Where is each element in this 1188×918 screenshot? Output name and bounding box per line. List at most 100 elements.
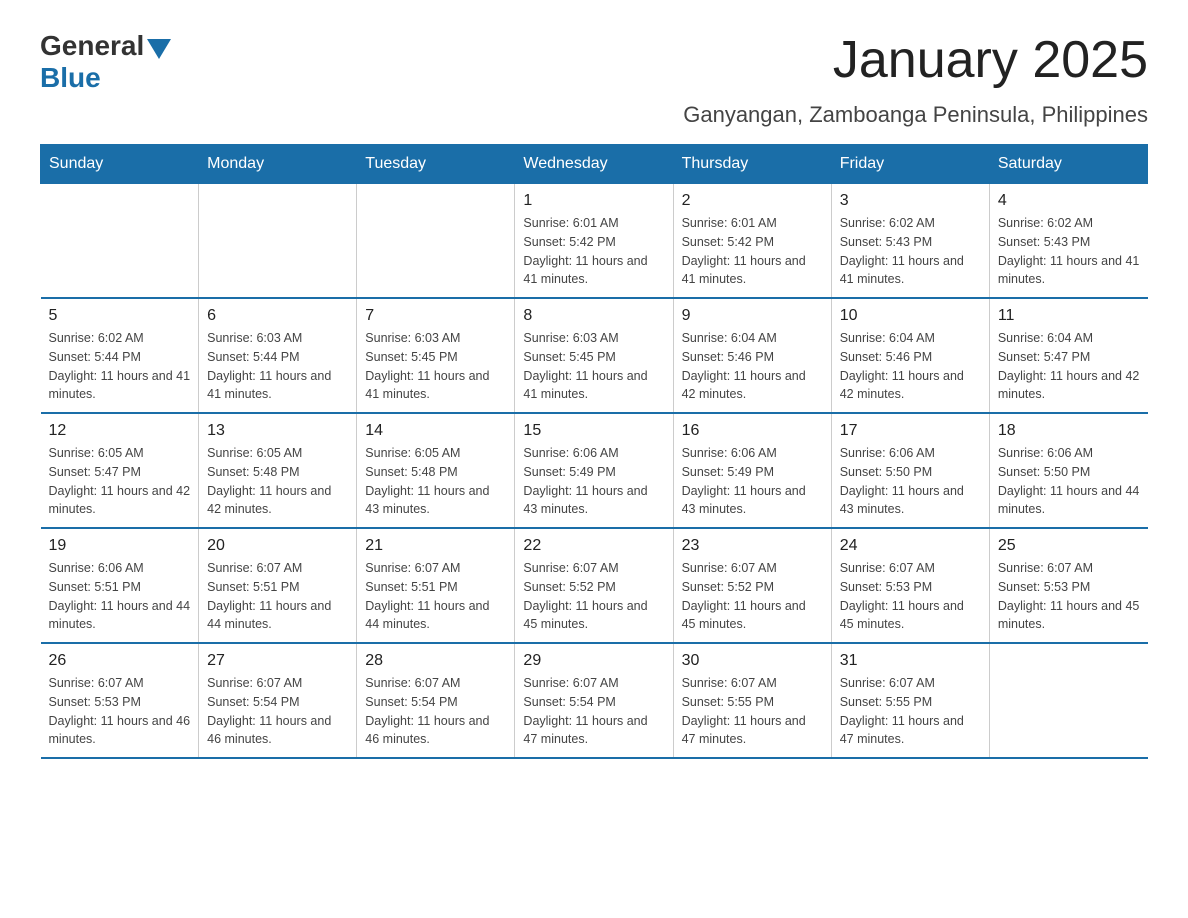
day-number: 14 [365, 422, 506, 440]
day-info: Sunrise: 6:06 AMSunset: 5:49 PMDaylight:… [682, 444, 823, 519]
calendar-cell: 31Sunrise: 6:07 AMSunset: 5:55 PMDayligh… [831, 643, 989, 758]
calendar-cell: 28 Sunrise: 6:07 AMSunset: 5:54 PMDayligh… [357, 643, 515, 758]
day-of-week-header: Monday [199, 145, 357, 184]
day-of-week-header: Sunday [41, 145, 199, 184]
day-number: 18 [998, 422, 1140, 440]
day-info: Sunrise: 6:07 AMSunset: 5:54 PMDaylight:… [523, 674, 664, 749]
calendar-cell: 16 Sunrise: 6:06 AMSunset: 5:49 PMDayligh… [673, 413, 831, 528]
calendar-week-row: 1Sunrise: 6:01 AMSunset: 5:42 PMDaylight… [41, 184, 1148, 299]
day-number: 24 [840, 537, 981, 555]
calendar-cell: 21Sunrise: 6:07 AMSunset: 5:51 PMDayligh… [357, 528, 515, 643]
day-info: Sunrise: 6:07 AMSunset: 5:53 PMDaylight:… [49, 674, 191, 749]
location-subtitle: Ganyangan, Zamboanga Peninsula, Philippi… [40, 102, 1148, 128]
calendar-cell: 2Sunrise: 6:01 AMSunset: 5:42 PMDaylight… [673, 184, 831, 299]
calendar-week-row: 19 Sunrise: 6:06 AMSunset: 5:51 PMDayligh… [41, 528, 1148, 643]
calendar-cell: 5 Sunrise: 6:02 AMSunset: 5:44 PMDaylight… [41, 298, 199, 413]
day-info: Sunrise: 6:02 AMSunset: 5:44 PMDaylight:… [49, 329, 191, 404]
calendar-cell: 29 Sunrise: 6:07 AMSunset: 5:54 PMDayligh… [515, 643, 673, 758]
day-number: 19 [49, 537, 191, 555]
calendar-cell [199, 184, 357, 299]
day-info: Sunrise: 6:06 AMSunset: 5:50 PMDaylight:… [998, 444, 1140, 519]
day-number: 13 [207, 422, 348, 440]
day-number: 31 [840, 652, 981, 670]
calendar-cell: 8 Sunrise: 6:03 AMSunset: 5:45 PMDaylight… [515, 298, 673, 413]
day-number: 8 [523, 307, 664, 325]
calendar-cell: 20 Sunrise: 6:07 AMSunset: 5:51 PMDayligh… [199, 528, 357, 643]
day-number: 20 [207, 537, 348, 555]
day-info: Sunrise: 6:05 AMSunset: 5:47 PMDaylight:… [49, 444, 191, 519]
day-info: Sunrise: 6:07 AMSunset: 5:54 PMDaylight:… [207, 674, 348, 749]
day-info: Sunrise: 6:07 AMSunset: 5:52 PMDaylight:… [682, 559, 823, 634]
calendar-cell: 18 Sunrise: 6:06 AMSunset: 5:50 PMDayligh… [989, 413, 1147, 528]
day-info: Sunrise: 6:03 AMSunset: 5:45 PMDaylight:… [365, 329, 506, 404]
day-number: 16 [682, 422, 823, 440]
day-info: Sunrise: 6:07 AMSunset: 5:51 PMDaylight:… [207, 559, 348, 634]
day-info: Sunrise: 6:01 AMSunset: 5:42 PMDaylight:… [682, 214, 823, 289]
calendar-cell: 17 Sunrise: 6:06 AMSunset: 5:50 PMDayligh… [831, 413, 989, 528]
calendar-cell: 26Sunrise: 6:07 AMSunset: 5:53 PMDayligh… [41, 643, 199, 758]
day-info: Sunrise: 6:02 AMSunset: 5:43 PMDaylight:… [840, 214, 981, 289]
logo-triangle-icon [147, 39, 171, 59]
day-info: Sunrise: 6:02 AMSunset: 5:43 PMDaylight:… [998, 214, 1140, 289]
calendar-cell [357, 184, 515, 299]
calendar-cell: 9Sunrise: 6:04 AMSunset: 5:46 PMDaylight… [673, 298, 831, 413]
day-number: 22 [523, 537, 664, 555]
calendar-cell [989, 643, 1147, 758]
day-number: 21 [365, 537, 506, 555]
day-number: 17 [840, 422, 981, 440]
day-number: 6 [207, 307, 348, 325]
calendar-cell: 22 Sunrise: 6:07 AMSunset: 5:52 PMDayligh… [515, 528, 673, 643]
day-of-week-header: Tuesday [357, 145, 515, 184]
calendar-cell: 10Sunrise: 6:04 AMSunset: 5:46 PMDayligh… [831, 298, 989, 413]
day-info: Sunrise: 6:07 AMSunset: 5:53 PMDaylight:… [998, 559, 1140, 634]
day-info: Sunrise: 6:06 AMSunset: 5:50 PMDaylight:… [840, 444, 981, 519]
day-info: Sunrise: 6:06 AMSunset: 5:51 PMDaylight:… [49, 559, 191, 634]
calendar-week-row: 12 Sunrise: 6:05 AMSunset: 5:47 PMDayligh… [41, 413, 1148, 528]
day-info: Sunrise: 6:07 AMSunset: 5:54 PMDaylight:… [365, 674, 506, 749]
calendar-cell: 1Sunrise: 6:01 AMSunset: 5:42 PMDaylight… [515, 184, 673, 299]
day-number: 7 [365, 307, 506, 325]
day-number: 23 [682, 537, 823, 555]
page-header: General Blue January 2025 [40, 30, 1148, 94]
calendar-cell [41, 184, 199, 299]
day-number: 15 [523, 422, 664, 440]
calendar-cell: 6 Sunrise: 6:03 AMSunset: 5:44 PMDaylight… [199, 298, 357, 413]
day-of-week-header: Saturday [989, 145, 1147, 184]
calendar-week-row: 5 Sunrise: 6:02 AMSunset: 5:44 PMDaylight… [41, 298, 1148, 413]
calendar-cell: 14 Sunrise: 6:05 AMSunset: 5:48 PMDayligh… [357, 413, 515, 528]
day-number: 28 [365, 652, 506, 670]
calendar-cell: 3 Sunrise: 6:02 AMSunset: 5:43 PMDaylight… [831, 184, 989, 299]
day-info: Sunrise: 6:05 AMSunset: 5:48 PMDaylight:… [365, 444, 506, 519]
calendar-cell: 27 Sunrise: 6:07 AMSunset: 5:54 PMDayligh… [199, 643, 357, 758]
day-info: Sunrise: 6:03 AMSunset: 5:45 PMDaylight:… [523, 329, 664, 404]
calendar-cell: 7 Sunrise: 6:03 AMSunset: 5:45 PMDaylight… [357, 298, 515, 413]
day-number: 4 [998, 192, 1140, 210]
calendar-cell: 13 Sunrise: 6:05 AMSunset: 5:48 PMDayligh… [199, 413, 357, 528]
day-number: 30 [682, 652, 823, 670]
month-title: January 2025 [833, 30, 1148, 90]
day-number: 25 [998, 537, 1140, 555]
day-of-week-header: Thursday [673, 145, 831, 184]
day-number: 3 [840, 192, 981, 210]
calendar-cell: 25 Sunrise: 6:07 AMSunset: 5:53 PMDayligh… [989, 528, 1147, 643]
day-number: 29 [523, 652, 664, 670]
day-of-week-header: Wednesday [515, 145, 673, 184]
day-info: Sunrise: 6:04 AMSunset: 5:46 PMDaylight:… [682, 329, 823, 404]
calendar-cell: 15Sunrise: 6:06 AMSunset: 5:49 PMDayligh… [515, 413, 673, 528]
logo-blue-text: Blue [40, 62, 101, 94]
day-info: Sunrise: 6:05 AMSunset: 5:48 PMDaylight:… [207, 444, 348, 519]
day-number: 27 [207, 652, 348, 670]
calendar-cell: 24 Sunrise: 6:07 AMSunset: 5:53 PMDayligh… [831, 528, 989, 643]
logo: General Blue [40, 30, 171, 94]
day-info: Sunrise: 6:04 AMSunset: 5:47 PMDaylight:… [998, 329, 1140, 404]
day-number: 5 [49, 307, 191, 325]
day-number: 11 [998, 307, 1140, 325]
day-info: Sunrise: 6:03 AMSunset: 5:44 PMDaylight:… [207, 329, 348, 404]
calendar-header-row: SundayMondayTuesdayWednesdayThursdayFrid… [41, 145, 1148, 184]
calendar-table: SundayMondayTuesdayWednesdayThursdayFrid… [40, 144, 1148, 759]
day-info: Sunrise: 6:07 AMSunset: 5:52 PMDaylight:… [523, 559, 664, 634]
day-of-week-header: Friday [831, 145, 989, 184]
day-number: 12 [49, 422, 191, 440]
calendar-week-row: 26Sunrise: 6:07 AMSunset: 5:53 PMDayligh… [41, 643, 1148, 758]
day-info: Sunrise: 6:07 AMSunset: 5:53 PMDaylight:… [840, 559, 981, 634]
